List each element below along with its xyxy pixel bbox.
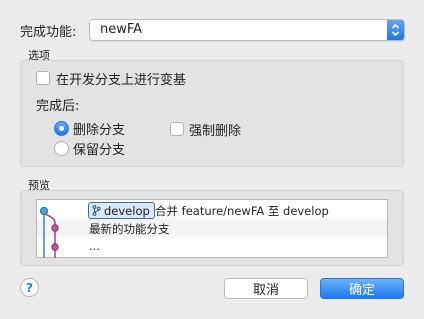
- branch-icon: [92, 205, 101, 216]
- rebase-checkbox[interactable]: [36, 71, 50, 85]
- help-button[interactable]: ?: [20, 278, 39, 297]
- cancel-button[interactable]: 取消: [224, 278, 308, 299]
- ok-button[interactable]: 确定: [320, 278, 404, 299]
- preview-row-1-text: 合并 feature/newFA 至 develop: [155, 204, 329, 218]
- keep-branch-radio[interactable]: [54, 141, 69, 156]
- feature-select-value: newFA: [100, 22, 143, 37]
- feature-label: 完成功能:: [20, 25, 77, 40]
- after-finish-label: 完成后:: [36, 99, 80, 114]
- force-delete-checkbox[interactable]: [170, 122, 184, 136]
- develop-branch-tag: develop: [88, 202, 155, 219]
- select-arrows-icon[interactable]: [387, 20, 404, 40]
- preview-row-3-text: ...: [89, 239, 100, 253]
- rebase-label: 在开发分支上进行变基: [56, 73, 187, 88]
- branch-graph: [39, 206, 59, 258]
- develop-tag-label: develop: [104, 203, 150, 218]
- preview-row-2-text: 最新的功能分支: [89, 222, 170, 236]
- keep-branch-label: 保留分支: [73, 143, 126, 158]
- delete-branch-label: 删除分支: [73, 123, 126, 138]
- force-delete-label: 强制删除: [189, 124, 242, 139]
- delete-branch-radio[interactable]: [54, 121, 69, 136]
